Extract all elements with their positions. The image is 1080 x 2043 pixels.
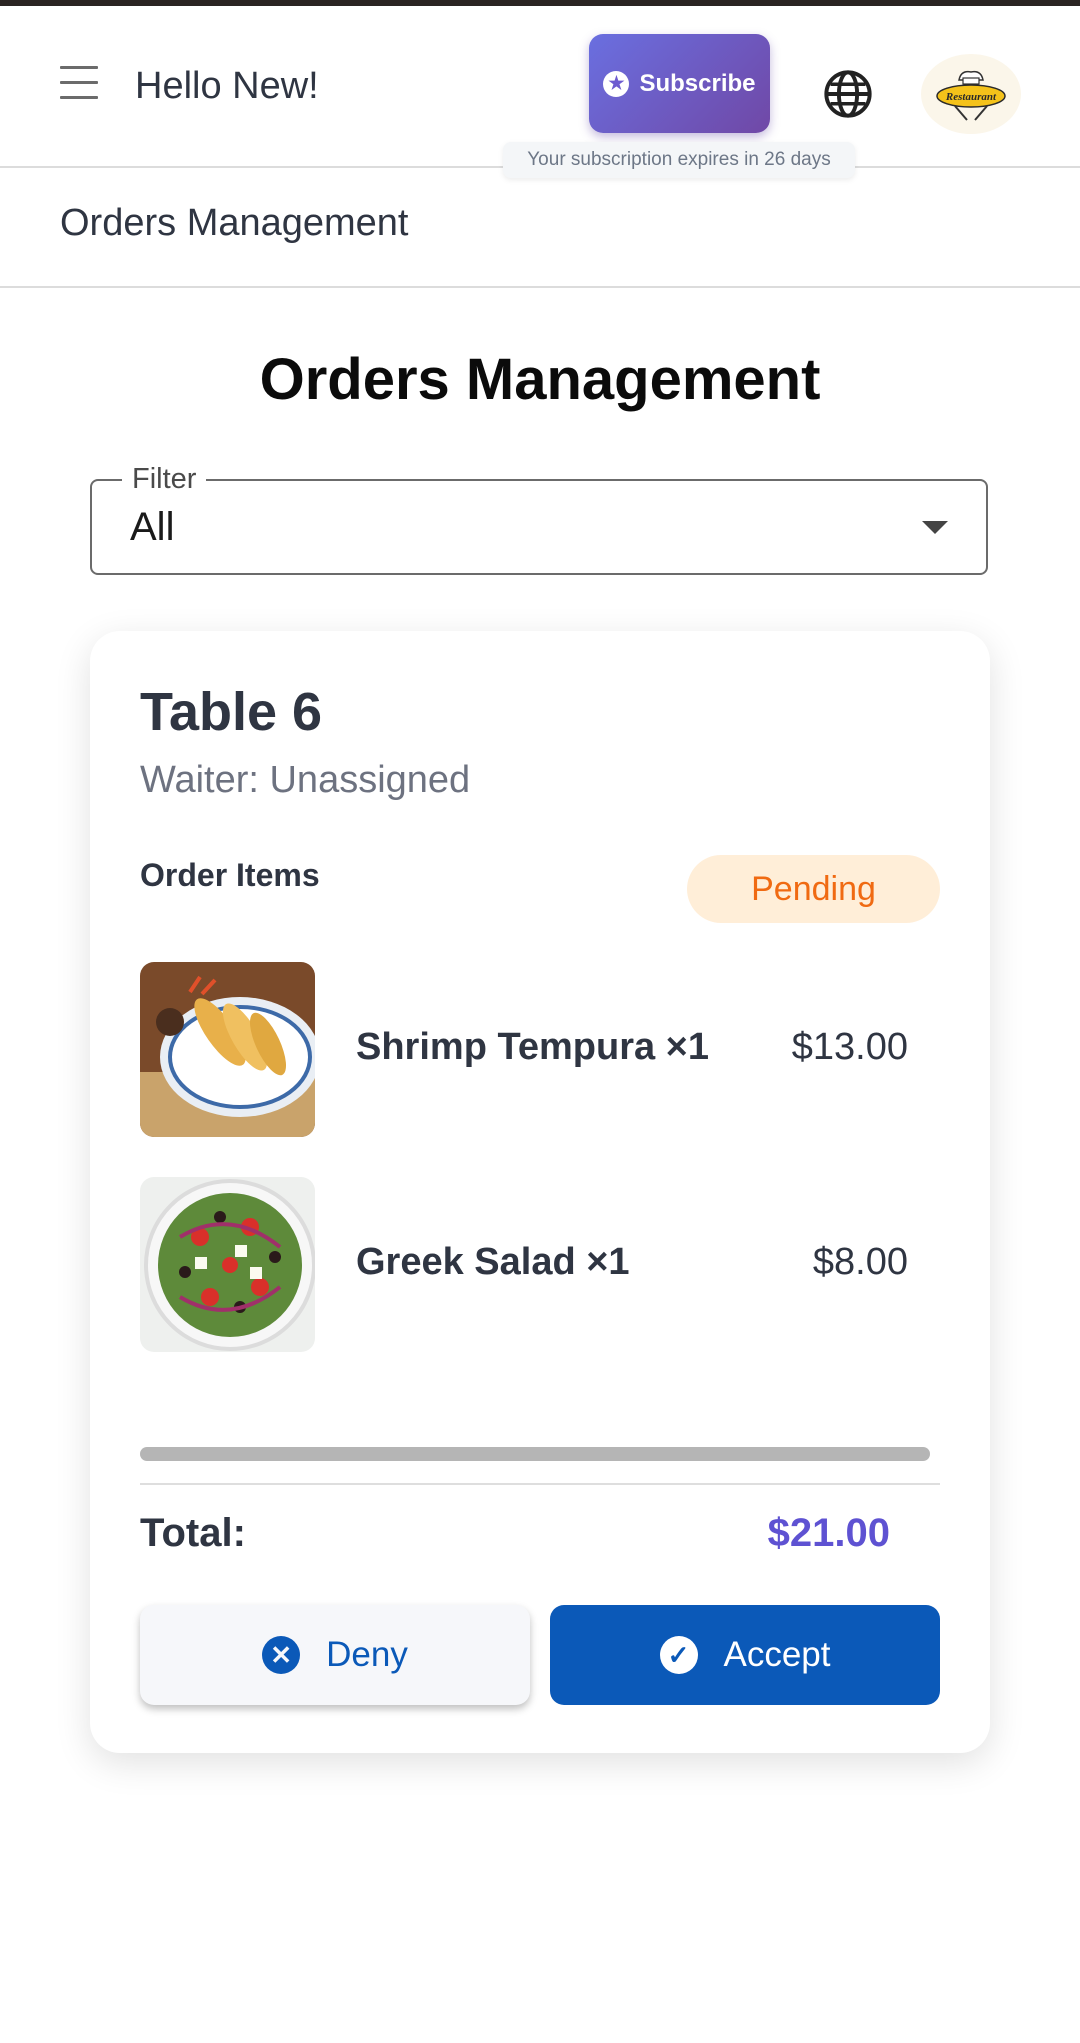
order-items-heading: Order Items — [140, 857, 320, 893]
order-card: Table 6 Waiter: Unassigned Order Items P… — [90, 631, 990, 1753]
greeting-text: Hello New! — [135, 65, 319, 107]
filter-select[interactable]: Filter All — [90, 461, 988, 575]
horizontal-scrollbar[interactable] — [140, 1447, 930, 1461]
cancel-circle-icon: ✕ — [262, 1636, 301, 1674]
check-circle-icon: ✓ — [659, 1636, 698, 1674]
status-badge: Pending — [687, 855, 940, 923]
filter-value: All — [130, 505, 175, 549]
item-name: Greek Salad ×1 — [356, 1241, 630, 1283]
deny-button[interactable]: ✕ Deny — [140, 1605, 530, 1705]
filter-label: Filter — [122, 461, 207, 497]
svg-text:Restaurant: Restaurant — [945, 91, 997, 103]
list-item: Shrimp Tempura ×1 $13.00 — [140, 962, 940, 1137]
accept-label: Accept — [723, 1635, 831, 1674]
subscribe-button[interactable]: ★ Subscribe — [589, 34, 770, 133]
page-title: Orders Management — [259, 347, 821, 412]
deny-label: Deny — [326, 1635, 408, 1674]
subscribe-label: Subscribe — [639, 69, 756, 97]
star-icon: ★ — [603, 70, 630, 97]
hamburger-menu-icon[interactable] — [60, 66, 98, 106]
table-name: Table 6 — [140, 682, 323, 742]
waiter-text: Waiter: Unassigned — [140, 759, 471, 801]
total-label: Total: — [140, 1511, 246, 1555]
item-name: Shrimp Tempura ×1 — [356, 1026, 710, 1068]
globe-icon[interactable] — [822, 68, 874, 120]
restaurant-logo-avatar[interactable]: Restaurant — [921, 54, 1021, 134]
breadcrumb-bar: Orders Management — [0, 168, 1080, 288]
greek-salad-photo — [140, 1177, 315, 1352]
divider — [140, 1483, 940, 1485]
list-item: Greek Salad ×1 $8.00 — [140, 1177, 940, 1352]
chevron-down-icon — [922, 521, 948, 534]
restaurant-logo-icon: Restaurant — [936, 70, 1006, 121]
accept-button[interactable]: ✓ Accept — [550, 1605, 940, 1705]
shrimp-tempura-photo — [140, 962, 315, 1137]
total-value: $21.00 — [767, 1511, 890, 1555]
breadcrumb: Orders Management — [60, 202, 409, 244]
item-price: $13.00 — [791, 1026, 908, 1068]
item-price: $8.00 — [812, 1241, 908, 1283]
